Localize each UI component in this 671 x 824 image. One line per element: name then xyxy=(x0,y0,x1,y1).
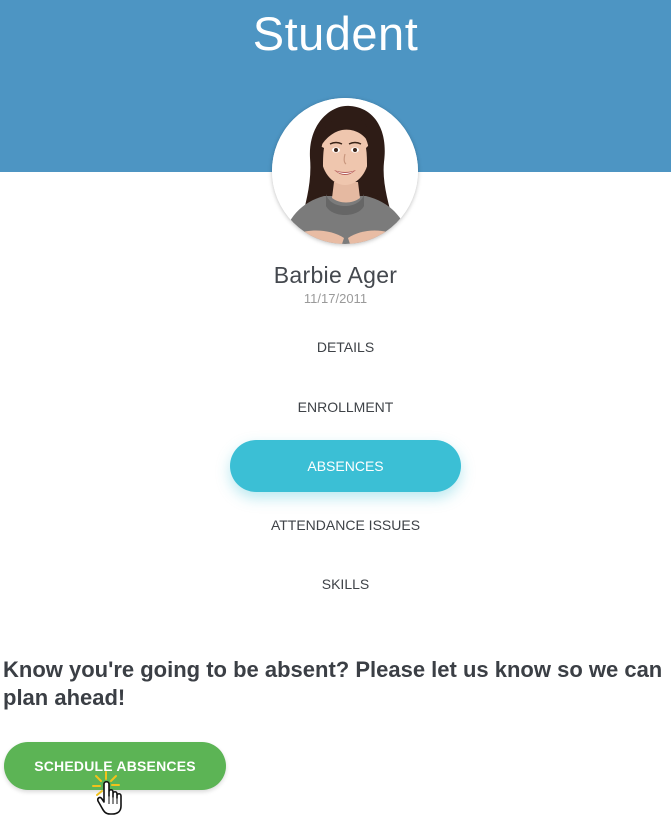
student-dob: 11/17/2011 xyxy=(303,291,368,306)
nav-item-absences[interactable]: ABSENCES xyxy=(230,440,461,492)
hand-pointer-icon xyxy=(92,770,132,816)
absence-prompt: Know you're going to be absent? Please l… xyxy=(3,657,663,710)
page-title: Student xyxy=(252,7,419,60)
nav-item-skills[interactable]: SKILLS xyxy=(230,558,461,610)
student-photo xyxy=(272,98,418,244)
student-page: Student Barbie Ager 11/17/2011 DETAILS E… xyxy=(0,0,671,824)
avatar xyxy=(272,98,418,244)
student-name: Barbie Ager xyxy=(273,262,398,288)
nav-item-enrollment[interactable]: ENROLLMENT xyxy=(230,381,461,433)
nav-item-details[interactable]: DETAILS xyxy=(230,321,461,373)
nav-item-attendance-issues[interactable]: ATTENDANCE ISSUES xyxy=(230,499,461,551)
